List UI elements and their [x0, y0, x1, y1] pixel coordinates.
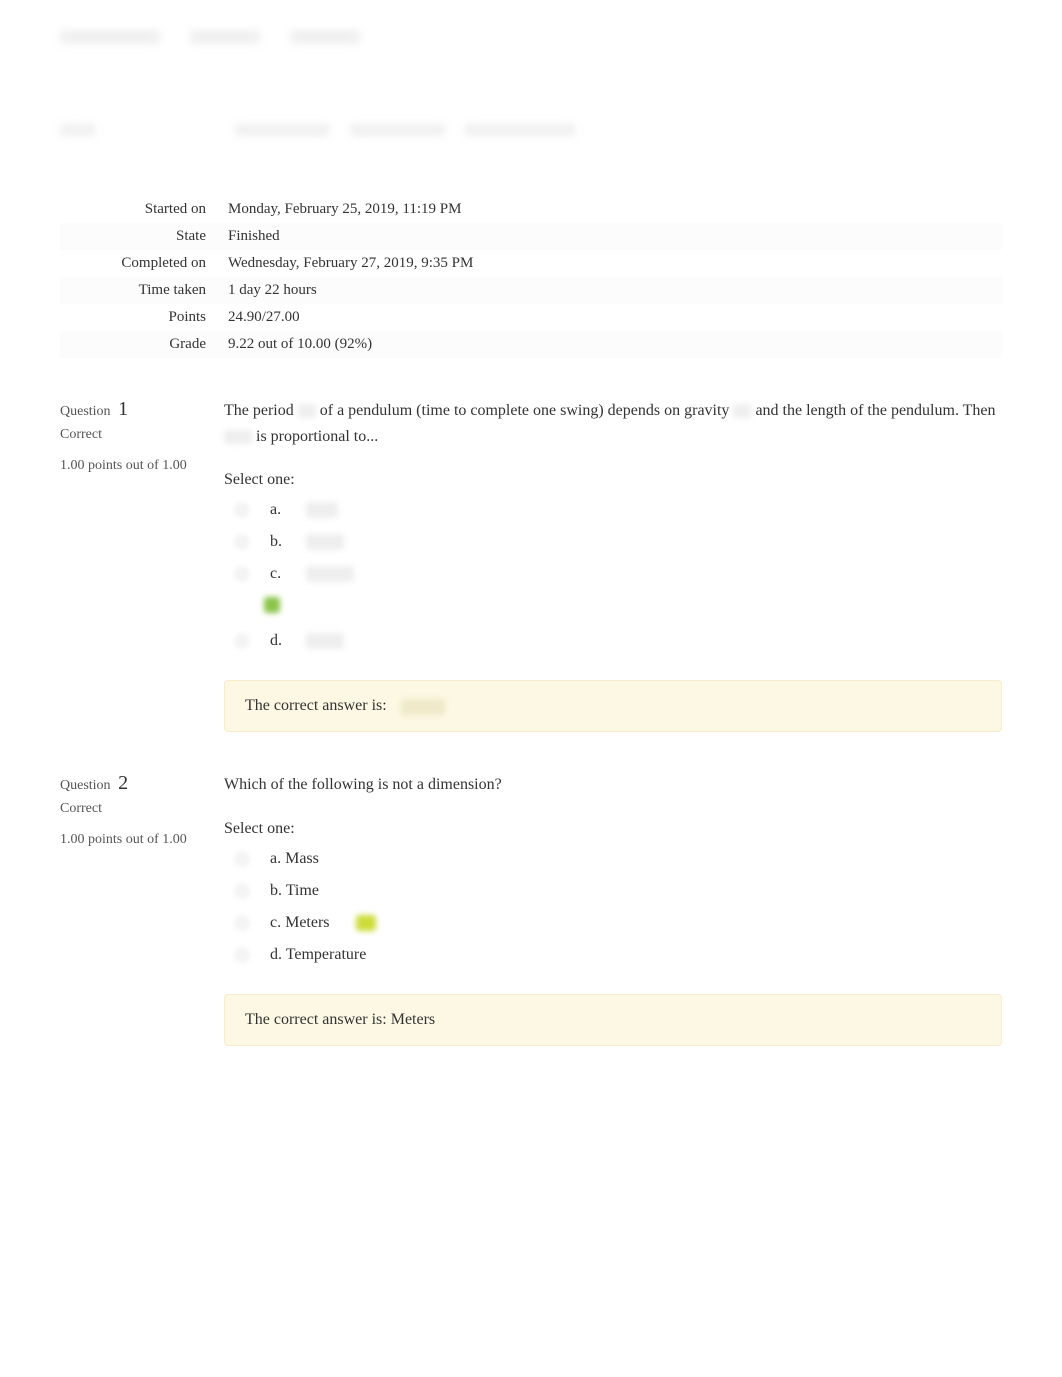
- option-d[interactable]: d.: [234, 632, 1002, 650]
- question-points: 1.00 points out of 1.00: [60, 829, 204, 850]
- radio-icon: [234, 566, 250, 582]
- option-a[interactable]: a.: [234, 501, 1002, 519]
- correct-check-icon: [356, 915, 376, 931]
- points-value: 24.90/27.00: [228, 309, 1002, 326]
- question-label: Question 1: [60, 398, 204, 421]
- grade-pct: 92: [340, 336, 355, 352]
- blur-item: [235, 124, 330, 136]
- blur-option: [306, 633, 344, 649]
- blur-item: [350, 124, 445, 136]
- summary-row: Points 24.90/27.00: [60, 304, 1002, 331]
- grade-mid: out of 10.00 (: [254, 336, 339, 352]
- feedback-text: The correct answer is:: [245, 697, 387, 714]
- started-on-label: Started on: [60, 201, 228, 218]
- question-label: Question 2: [60, 772, 204, 795]
- completed-on-value: Wednesday, February 27, 2019, 9:35 PM: [228, 255, 1002, 272]
- select-one-label: Select one:: [224, 471, 1002, 489]
- feedback-box: The correct answer is:: [224, 680, 1002, 732]
- grade-value: 9.22 out of 10.00 (92%): [228, 336, 1002, 353]
- blur-formula: [224, 430, 252, 444]
- option-a[interactable]: a. Mass: [234, 850, 1002, 868]
- blur-answer: [401, 699, 445, 715]
- blur-option: [306, 534, 344, 550]
- top-nav-blur: [60, 30, 1002, 44]
- blur-item: [465, 124, 575, 136]
- time-taken-label: Time taken: [60, 282, 228, 299]
- radio-icon: [234, 851, 250, 867]
- summary-row: Time taken 1 day 22 hours: [60, 277, 1002, 304]
- feedback-box: The correct answer is: Meters: [224, 994, 1002, 1046]
- option-b[interactable]: b. Time: [234, 882, 1002, 900]
- question-text: Which of the following is not a dimensio…: [224, 772, 1002, 798]
- question-number: 2: [118, 772, 128, 794]
- points-label: Points: [60, 309, 228, 326]
- question-1: Question 1 Correct 1.00 points out of 1.…: [60, 398, 1002, 732]
- blur-item: [60, 30, 160, 44]
- state-value: Finished: [228, 228, 1002, 245]
- blur-option: [306, 502, 338, 518]
- blur-item: [290, 30, 360, 44]
- blur-item: [190, 30, 260, 44]
- radio-icon: [234, 633, 250, 649]
- option-letter: c.: [270, 565, 286, 583]
- question-body: Which of the following is not a dimensio…: [224, 772, 1002, 1046]
- feedback-text: The correct answer is: Meters: [245, 1011, 435, 1028]
- option-letter: a.: [270, 501, 286, 519]
- blur-formula: [733, 404, 751, 418]
- blur-item: [60, 124, 95, 136]
- option-text: a. Mass: [270, 850, 319, 868]
- time-taken-value: 1 day 22 hours: [228, 282, 1002, 299]
- started-on-value: Monday, February 25, 2019, 11:19 PM: [228, 201, 1002, 218]
- radio-icon: [234, 502, 250, 518]
- option-letter: d.: [270, 632, 286, 650]
- question-status: Correct: [60, 427, 204, 443]
- option-text: b. Time: [270, 882, 319, 900]
- option-letter: b.: [270, 533, 286, 551]
- radio-icon: [234, 883, 250, 899]
- question-body: The period of a pendulum (time to comple…: [224, 398, 1002, 732]
- question-text: The period of a pendulum (time to comple…: [224, 398, 1002, 449]
- question-meta: Question 1 Correct 1.00 points out of 1.…: [60, 398, 204, 732]
- option-text: d. Temperature: [270, 946, 366, 964]
- radio-icon: [234, 947, 250, 963]
- question-meta: Question 2 Correct 1.00 points out of 1.…: [60, 772, 204, 1046]
- summary-row: Grade 9.22 out of 10.00 (92%): [60, 331, 1002, 358]
- attempt-summary: Started on Monday, February 25, 2019, 11…: [60, 196, 1002, 358]
- option-b[interactable]: b.: [234, 533, 1002, 551]
- question-status: Correct: [60, 801, 204, 817]
- breadcrumb-blur: [60, 124, 1002, 136]
- question-points: 1.00 points out of 1.00: [60, 455, 204, 476]
- state-label: State: [60, 228, 228, 245]
- blur-option: [306, 566, 354, 582]
- option-d[interactable]: d. Temperature: [234, 946, 1002, 964]
- grade-suffix: %): [355, 336, 373, 352]
- question-number: 1: [118, 398, 128, 420]
- summary-row: Completed on Wednesday, February 27, 201…: [60, 250, 1002, 277]
- blur-formula: [298, 404, 316, 418]
- summary-row: State Finished: [60, 223, 1002, 250]
- completed-on-label: Completed on: [60, 255, 228, 272]
- summary-row: Started on Monday, February 25, 2019, 11…: [60, 196, 1002, 223]
- option-text: c. Meters: [270, 914, 330, 932]
- options-list: a. b. c. d.: [224, 501, 1002, 650]
- select-one-label: Select one:: [224, 820, 1002, 838]
- options-list: a. Mass b. Time c. Meters d. Temperature: [224, 850, 1002, 964]
- option-c[interactable]: c.: [234, 565, 1002, 583]
- question-2: Question 2 Correct 1.00 points out of 1.…: [60, 772, 1002, 1046]
- radio-icon: [234, 915, 250, 931]
- option-c[interactable]: c. Meters: [234, 914, 1002, 932]
- correct-check-icon: [264, 597, 280, 613]
- grade-label: Grade: [60, 336, 228, 353]
- radio-icon: [234, 534, 250, 550]
- grade-score: 9.22: [228, 336, 254, 352]
